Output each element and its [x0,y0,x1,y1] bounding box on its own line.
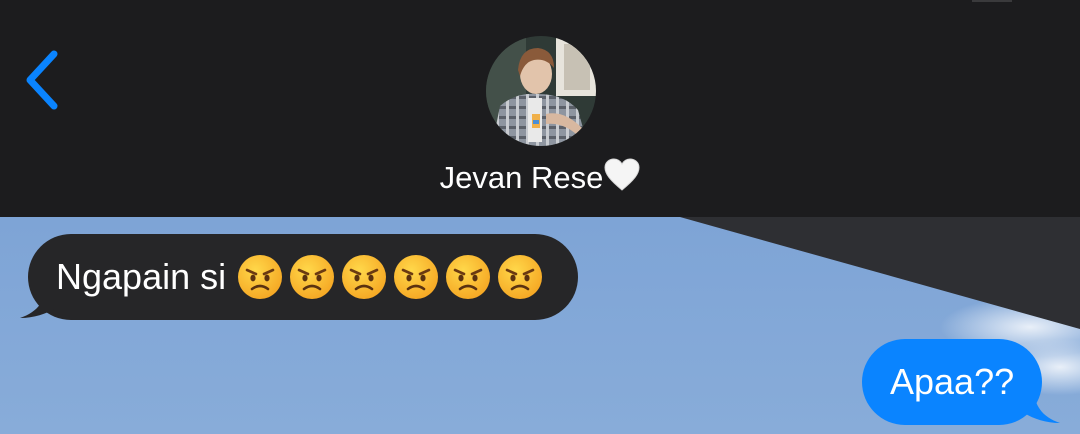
outgoing-message-bubble[interactable]: Apaa?? [862,339,1043,425]
message-list[interactable]: Ngapain si Apaa?? [0,217,1080,434]
contact-name[interactable]: Jevan Rese [0,158,1080,202]
conversation-header: Jevan Rese [0,0,1080,217]
chat-screen: Jevan Rese Ngapain si Apaa?? [0,0,1080,434]
contact-name-text: Jevan Rese [439,160,604,195]
avatar-photo [486,36,596,146]
white-heart-icon [604,158,640,202]
angry-face-icon [394,255,439,299]
emoji-group [236,253,544,301]
angry-face-icon [290,255,335,299]
outgoing-bubble-tail [1024,389,1060,423]
back-button[interactable] [18,48,66,112]
chevron-left-icon [26,50,58,110]
angry-face-icon [498,255,543,299]
contact-avatar[interactable] [486,36,596,146]
angry-face-icon [342,255,387,299]
angry-face-icon [238,255,283,299]
status-indicator [972,0,1012,2]
incoming-message-text: Ngapain si [56,256,227,297]
angry-face-icon [446,255,491,299]
outgoing-message-text: Apaa?? [890,361,1015,402]
incoming-bubble-tail [20,284,56,318]
incoming-message-bubble[interactable]: Ngapain si [28,234,579,320]
